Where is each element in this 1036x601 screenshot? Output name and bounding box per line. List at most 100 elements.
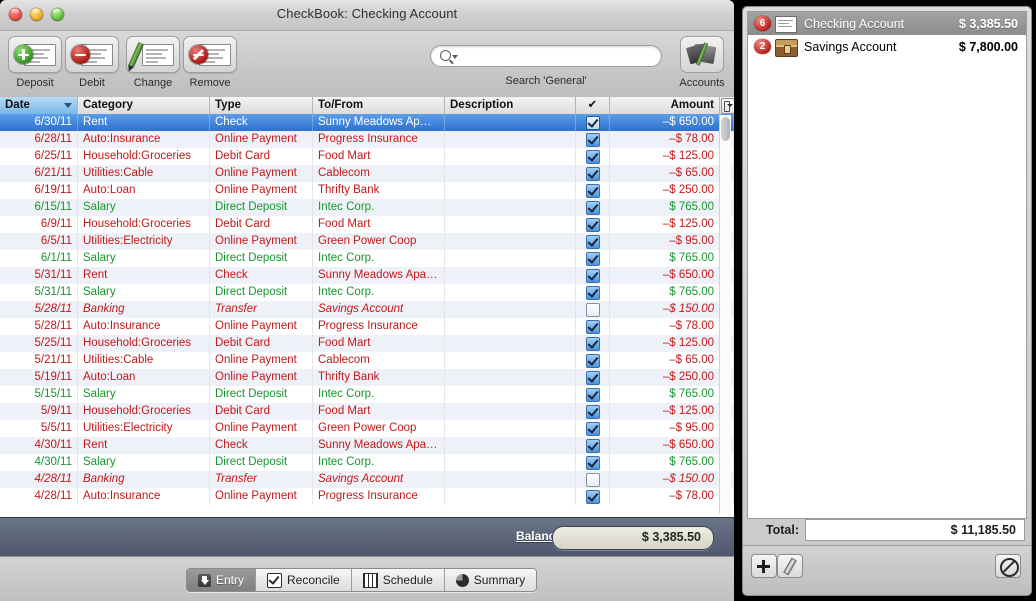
table-row[interactable]: 6/21/11 Utilities:Cable Online Payment Cabl… [0,165,734,182]
table-row[interactable]: 5/28/11 Banking Transfer Savings Account –$ … [0,301,734,318]
cleared-checkbox[interactable] [585,235,600,249]
table-row[interactable]: 5/9/11 Household:Groceries Debit Card Food … [0,403,734,420]
cell-cleared[interactable] [576,437,610,454]
tab-reconcile[interactable]: Reconcile [256,569,352,591]
table-row[interactable]: 5/31/11 Rent Check Sunny Meadows Apa… –$ 650… [0,267,734,284]
cell-cleared[interactable] [576,114,610,131]
cell-cleared[interactable] [576,250,610,267]
cleared-checkbox[interactable] [585,133,600,147]
cleared-checkbox[interactable] [585,320,600,334]
cell-cleared[interactable] [576,403,610,420]
column-header-cleared[interactable]: ✔ [576,97,610,114]
cell-cleared[interactable] [576,165,610,182]
cell-cleared[interactable] [576,216,610,233]
cleared-checkbox[interactable] [585,439,600,453]
table-row[interactable]: 4/30/11 Salary Direct Deposit Intec Corp. $ … [0,454,734,471]
cleared-checkbox[interactable] [585,252,600,266]
table-row[interactable]: 5/31/11 Salary Direct Deposit Intec Corp. $ … [0,284,734,301]
cleared-checkbox[interactable] [585,473,600,487]
column-header-category[interactable]: Category [78,97,210,114]
cell-cleared[interactable] [576,454,610,471]
cell-cleared[interactable] [576,148,610,165]
table-scrollbar[interactable] [719,115,731,514]
cleared-checkbox[interactable] [585,167,600,181]
table-row[interactable]: 6/28/11 Auto:Insurance Online Payment Progr… [0,131,734,148]
edit-account-button[interactable] [777,554,803,578]
table-row[interactable]: 6/9/11 Household:Groceries Debit Card Food … [0,216,734,233]
tab-summary[interactable]: Summary [444,569,537,591]
column-header-amount[interactable]: Amount [610,97,720,114]
column-header-tofrom[interactable]: To/From [313,97,445,114]
table-row[interactable]: 6/30/11 Rent Check Sunny Meadows Ap… –$ 650.… [0,114,734,131]
table-row[interactable]: 5/28/11 Auto:Insurance Online Payment Progr… [0,318,734,335]
table-row[interactable]: 5/5/11 Utilities:Electricity Online Paymen… [0,420,734,437]
view-tabs[interactable]: Entry Reconcile Schedule Summary [186,568,538,592]
column-header-description[interactable]: Description [445,97,576,114]
table-row[interactable]: 6/15/11 Salary Direct Deposit Intec Corp. $ … [0,199,734,216]
cleared-checkbox[interactable] [585,388,600,402]
cell-cleared[interactable] [576,301,610,318]
delete-account-button[interactable] [995,554,1021,578]
cleared-checkbox[interactable] [585,184,600,198]
cell-cleared[interactable] [576,352,610,369]
cleared-checkbox[interactable] [585,490,600,504]
transactions-table: Date Category Type To/From Description ✔… [0,97,734,517]
cell-cleared[interactable] [576,267,610,284]
table-row[interactable]: 6/5/11 Utilities:Electricity Online Paymen… [0,233,734,250]
cell-cleared[interactable] [576,420,610,437]
cleared-checkbox[interactable] [585,337,600,351]
table-row[interactable]: 5/21/11 Utilities:Cable Online Payment Cabl… [0,352,734,369]
table-row[interactable]: 6/19/11 Auto:Loan Online Payment Thrifty Ba… [0,182,734,199]
cleared-checkbox[interactable] [585,286,600,300]
search-menu-caret-icon[interactable] [452,55,458,59]
cleared-checkbox[interactable] [585,354,600,368]
cell-cleared[interactable] [576,318,610,335]
cell-cleared[interactable] [576,182,610,199]
cleared-checkbox[interactable] [585,405,600,419]
account-row[interactable]: 6 Checking Account $ 3,385.50 [748,12,1026,35]
accounts-list[interactable]: 6 Checking Account $ 3,385.50 2 Savings Acco… [747,11,1027,519]
tab-schedule[interactable]: Schedule [351,569,445,591]
cleared-checkbox[interactable] [585,218,600,232]
column-header-type[interactable]: Type [210,97,313,114]
cleared-checkbox[interactable] [585,422,600,436]
search-input[interactable] [461,48,661,67]
cleared-checkbox[interactable] [585,201,600,215]
cell-cleared[interactable] [576,233,610,250]
account-row[interactable]: 2 Savings Account $ 7,800.00 [748,35,1026,58]
table-row[interactable]: 6/25/11 Household:Groceries Debit Card Food… [0,148,734,165]
search-field[interactable] [430,45,662,67]
accounts-button[interactable]: Accounts [672,36,732,89]
remove-button[interactable]: Remove [180,36,240,89]
table-row[interactable]: 4/28/11 Auto:Insurance Online Payment Progr… [0,488,734,505]
table-row[interactable]: 5/19/11 Auto:Loan Online Payment Thrifty Ba… [0,369,734,386]
cleared-checkbox[interactable] [585,116,600,130]
cleared-checkbox[interactable] [585,303,600,317]
cleared-checkbox[interactable] [585,150,600,164]
column-options-button[interactable] [720,97,734,114]
cell-cleared[interactable] [576,386,610,403]
table-row[interactable]: 5/25/11 Household:Groceries Debit Card Food… [0,335,734,352]
cell-cleared[interactable] [576,369,610,386]
cell-cleared[interactable] [576,488,610,505]
table-row[interactable]: 4/28/11 Banking Transfer Savings Account –$ … [0,471,734,488]
column-header-date[interactable]: Date [0,97,78,114]
cleared-checkbox[interactable] [585,269,600,283]
cell-cleared[interactable] [576,335,610,352]
table-row[interactable]: 5/15/11 Salary Direct Deposit Intec Corp. $ … [0,386,734,403]
cleared-checkbox[interactable] [585,371,600,385]
cell-cleared[interactable] [576,471,610,488]
cell-cleared[interactable] [576,199,610,216]
add-account-button[interactable] [751,554,777,578]
deposit-button[interactable]: Deposit [5,36,65,89]
scrollbar-thumb[interactable] [721,117,730,141]
table-row[interactable]: 6/1/11 Salary Direct Deposit Intec Corp. $ 7… [0,250,734,267]
table-row[interactable]: 4/30/11 Rent Check Sunny Meadows Apa… –$ 650… [0,437,734,454]
table-body[interactable]: 6/30/11 Rent Check Sunny Meadows Ap… –$ 650.… [0,114,734,517]
change-button[interactable]: Change [123,36,183,89]
cell-cleared[interactable] [576,131,610,148]
cleared-checkbox[interactable] [585,456,600,470]
debit-button[interactable]: Debit [62,36,122,89]
cell-cleared[interactable] [576,284,610,301]
tab-entry[interactable]: Entry [187,569,257,591]
